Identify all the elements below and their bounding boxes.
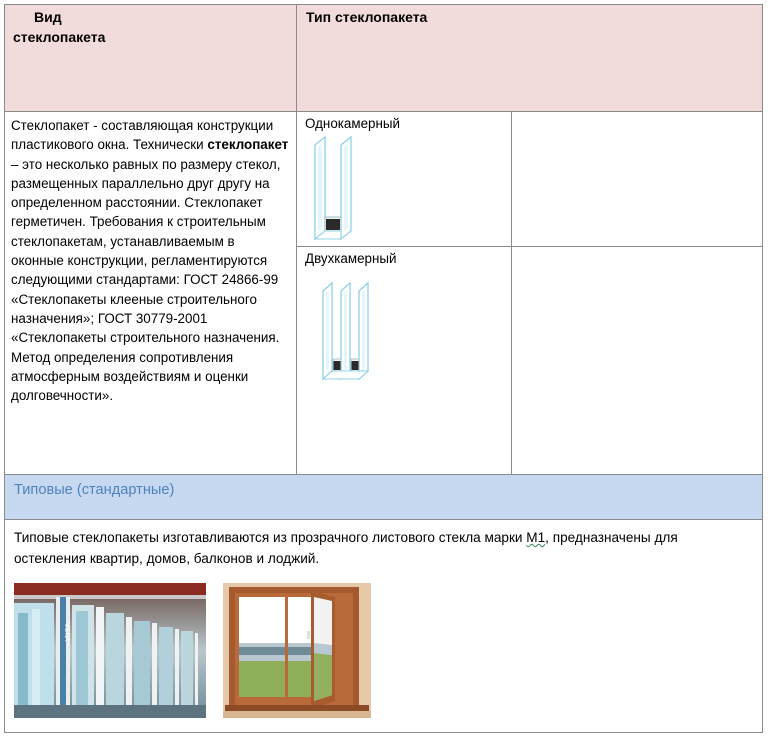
type-cell-double-empty <box>511 246 763 475</box>
description-cell: Стеклопакет - составляющая конструкции п… <box>4 111 297 475</box>
section-content: Типовые стеклопакеты изготавливаются из … <box>4 519 763 733</box>
veka-label: VEKA <box>63 623 71 642</box>
section-band: Типовые (стандартные) <box>4 474 763 520</box>
single-chamber-glazing-icon <box>313 135 352 240</box>
section-text: Типовые стеклопакеты изготавливаются из … <box>14 527 749 569</box>
description-text-2: – это несколько равных по размеру стекол… <box>11 156 281 404</box>
header-cell-view: Вид стеклопакета <box>4 4 297 112</box>
header-cell-type: Тип стеклопакета <box>296 4 763 112</box>
window-photo <box>223 583 371 718</box>
header-view-line1: Вид <box>34 9 62 25</box>
type-cell-double: Двухкамерный <box>296 246 512 475</box>
section-title: Типовые (стандартные) <box>14 482 175 498</box>
glass-grade: М1 <box>526 530 546 545</box>
header-type: Тип стеклопакета <box>306 9 428 25</box>
type-cell-single-empty <box>511 111 763 247</box>
bottom-border-line <box>4 732 763 733</box>
glazing-table: Вид стеклопакета Тип стеклопакета Стекло… <box>4 4 763 733</box>
double-chamber-glazing-icon <box>321 281 370 381</box>
section-text-before: Типовые стеклопакеты изготавливаются из … <box>14 530 527 545</box>
type-label-single: Однокамерный <box>305 116 400 131</box>
warehouse-photo: VEKA <box>14 583 206 718</box>
type-cell-single: Однокамерный <box>296 111 512 247</box>
type-label-double: Двухкамерный <box>305 251 397 266</box>
header-view-line2: стеклопакета <box>13 29 106 45</box>
description-bold-term: стеклопакет <box>207 137 289 153</box>
